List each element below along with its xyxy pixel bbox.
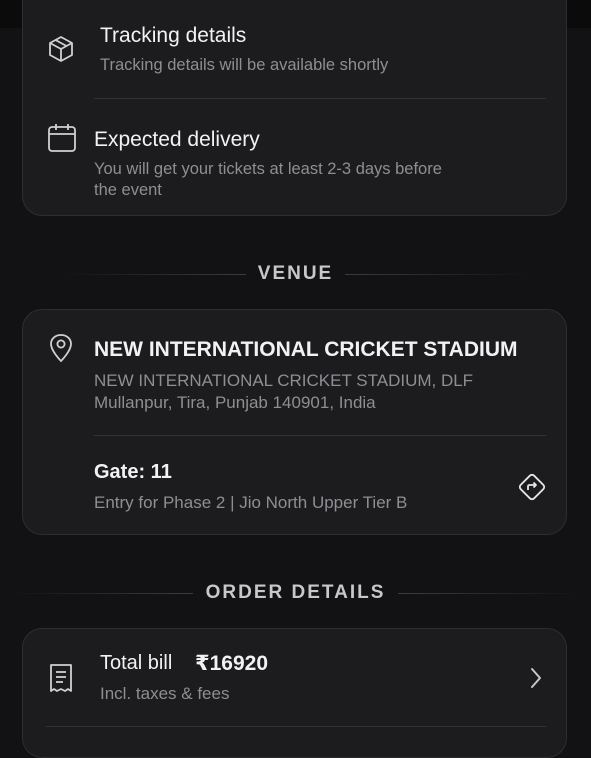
directions-icon[interactable] xyxy=(517,472,547,507)
calendar-icon xyxy=(47,122,77,159)
venue-name: NEW INTERNATIONAL CRICKET STADIUM xyxy=(94,338,518,361)
delivery-subtitle-2: the event xyxy=(94,181,162,199)
receipt-icon xyxy=(48,663,74,698)
delivery-title: Expected delivery xyxy=(94,128,260,151)
venue-address-1: NEW INTERNATIONAL CRICKET STADIUM, DLF xyxy=(94,371,474,390)
gate-label: Gate: 11 xyxy=(94,461,172,483)
order-section-header: ORDER DETAILS xyxy=(0,582,591,606)
section-line-right xyxy=(345,274,531,275)
divider xyxy=(94,98,546,99)
box-icon xyxy=(46,34,76,69)
venue-section-header: VENUE xyxy=(0,263,591,287)
tracking-subtitle: Tracking details will be available short… xyxy=(100,56,389,74)
total-bill-label: Total bill xyxy=(100,652,173,674)
total-bill-subtitle: Incl. taxes & fees xyxy=(100,684,230,703)
section-line-right xyxy=(398,593,581,594)
chevron-right-icon[interactable] xyxy=(528,666,544,695)
tracking-title: Tracking details xyxy=(100,24,247,47)
delivery-subtitle-1: You will get your tickets at least 2-3 d… xyxy=(94,160,442,178)
divider xyxy=(94,435,546,436)
location-pin-icon xyxy=(48,333,74,368)
gate-entry-text: Entry for Phase 2 | Jio North Upper Tier… xyxy=(94,493,408,512)
venue-address-2: Mullanpur, Tira, Punjab 140901, India xyxy=(94,393,376,412)
divider xyxy=(46,726,546,727)
total-bill-amount: ₹16920 xyxy=(195,652,269,675)
